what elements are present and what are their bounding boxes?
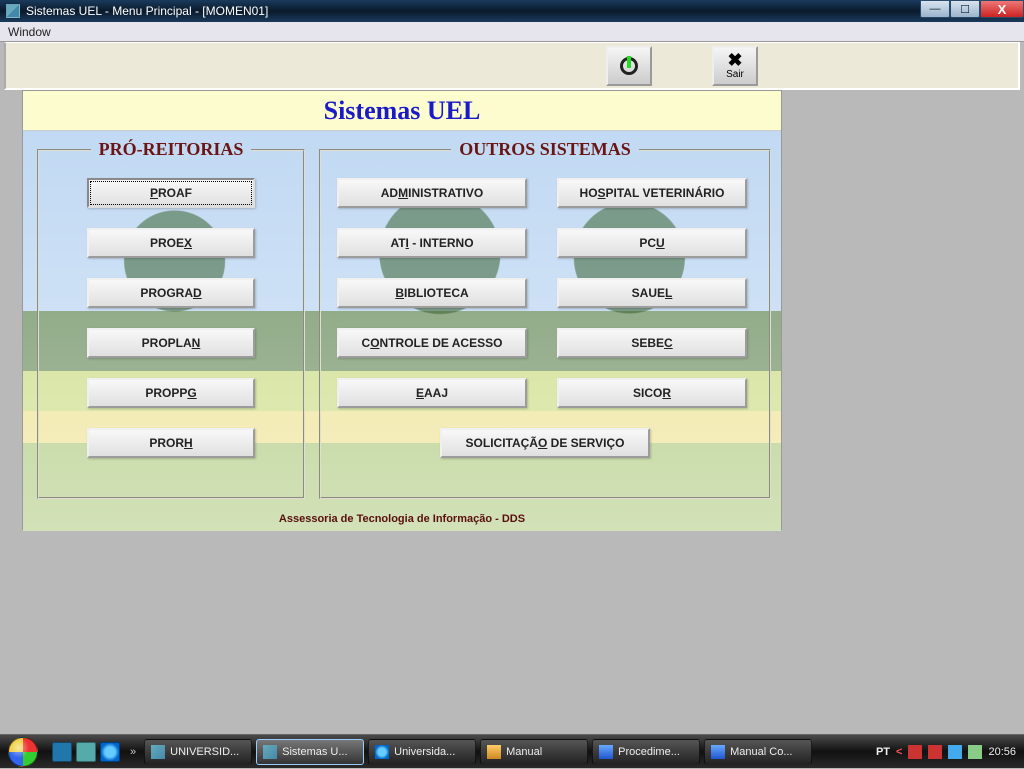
system-tray: PT < 20:56 [868,745,1024,759]
taskbar-item-universida[interactable]: Universida... [368,739,476,765]
controle-acesso-button[interactable]: CONTROLE DE ACESSO [337,328,527,358]
task-label: Universida... [394,746,455,758]
tray-flag-icon[interactable] [928,745,942,759]
sicor-button[interactable]: SICOR [557,378,747,408]
tray-volume-icon[interactable] [968,745,982,759]
panel-content: PRÓ-REITORIAS PROAF PROEX PROGRAD PROPLA… [23,131,781,531]
toolbar-exit-label: Sair [726,69,744,80]
tray-language[interactable]: PT [876,746,890,758]
taskbar-item-procedime[interactable]: Procedime... [592,739,700,765]
task-label: Procedime... [618,746,680,758]
sebec-button[interactable]: SEBEC [557,328,747,358]
ie-icon[interactable] [100,742,120,762]
minimize-button[interactable]: — [920,0,950,18]
power-icon [620,57,638,75]
window-titlebar: Sistemas UEL - Menu Principal - [MOMEN01… [0,0,1024,22]
taskbar: » UNIVERSID... Sistemas U... Universida.… [0,734,1024,768]
panel-header: Sistemas UEL [23,91,781,131]
toolbar: ✖ Sair [4,42,1020,90]
task-icon [375,745,389,759]
show-desktop-icon[interactable] [52,742,72,762]
administrativo-button[interactable]: ADMINISTRATIVO [337,178,527,208]
tray-clock[interactable]: 20:56 [988,746,1016,758]
proaf-button[interactable]: PROAF [87,178,255,208]
toolbar-power-button[interactable] [606,46,652,86]
tray-chevron-icon[interactable]: < [896,746,902,758]
proplan-button[interactable]: PROPLAN [87,328,255,358]
taskbar-item-manual-co[interactable]: Manual Co... [704,739,812,765]
maximize-button[interactable]: ☐ [950,0,980,18]
group-pro-reitorias: PRÓ-REITORIAS PROAF PROEX PROGRAD PROPLA… [37,139,305,499]
main-panel: Sistemas UEL PRÓ-REITORIAS PROAF PROEX P… [22,90,782,530]
close-icon: ✖ [727,51,742,69]
solicitacao-servico-button[interactable]: SOLICITAÇÃO DE SERVIÇO [440,428,650,458]
group-outros-sistemas: OUTROS SISTEMAS ADMINISTRATIVO HOSPITAL … [319,139,771,499]
task-icon [151,745,165,759]
toolbar-exit-button[interactable]: ✖ Sair [712,46,758,86]
windows-orb-icon [8,737,38,767]
task-icon [599,745,613,759]
task-label: Manual [506,746,542,758]
group-pro-reitorias-title: PRÓ-REITORIAS [91,139,252,160]
proex-button[interactable]: PROEX [87,228,255,258]
ati-interno-button[interactable]: ATI - INTERNO [337,228,527,258]
panel-footer: Assessoria de Tecnologia de Informação -… [23,513,781,525]
hospital-vet-button[interactable]: HOSPITAL VETERINÁRIO [557,178,747,208]
task-label: UNIVERSID... [170,746,239,758]
sauel-button[interactable]: SAUEL [557,278,747,308]
task-icon [263,745,277,759]
task-label: Sistemas U... [282,746,347,758]
panel-title: Sistemas UEL [324,96,481,126]
group-outros-sistemas-title: OUTROS SISTEMAS [451,139,639,160]
menu-window[interactable]: Window [8,25,51,39]
tray-av-icon[interactable] [908,745,922,759]
quicklaunch-chevron-icon[interactable]: » [126,746,140,758]
quick-launch [46,742,126,762]
proppg-button[interactable]: PROPPG [87,378,255,408]
taskbar-item-sistemas[interactable]: Sistemas U... [256,739,364,765]
switch-windows-icon[interactable] [76,742,96,762]
taskbar-tasks: UNIVERSID... Sistemas U... Universida...… [140,739,868,765]
prorh-button[interactable]: PRORH [87,428,255,458]
close-button[interactable]: X [980,0,1024,18]
taskbar-item-manual[interactable]: Manual [480,739,588,765]
app-icon [6,4,20,18]
eaaj-button[interactable]: EAAJ [337,378,527,408]
pcu-button[interactable]: PCU [557,228,747,258]
prograd-button[interactable]: PROGRAD [87,278,255,308]
task-icon [487,745,501,759]
tray-network-icon[interactable] [948,745,962,759]
window-title: Sistemas UEL - Menu Principal - [MOMEN01… [26,4,268,18]
biblioteca-button[interactable]: BIBLIOTECA [337,278,527,308]
task-icon [711,745,725,759]
start-button[interactable] [0,735,46,769]
taskbar-item-universid[interactable]: UNIVERSID... [144,739,252,765]
menu-bar: Window [0,22,1024,42]
task-label: Manual Co... [730,746,792,758]
